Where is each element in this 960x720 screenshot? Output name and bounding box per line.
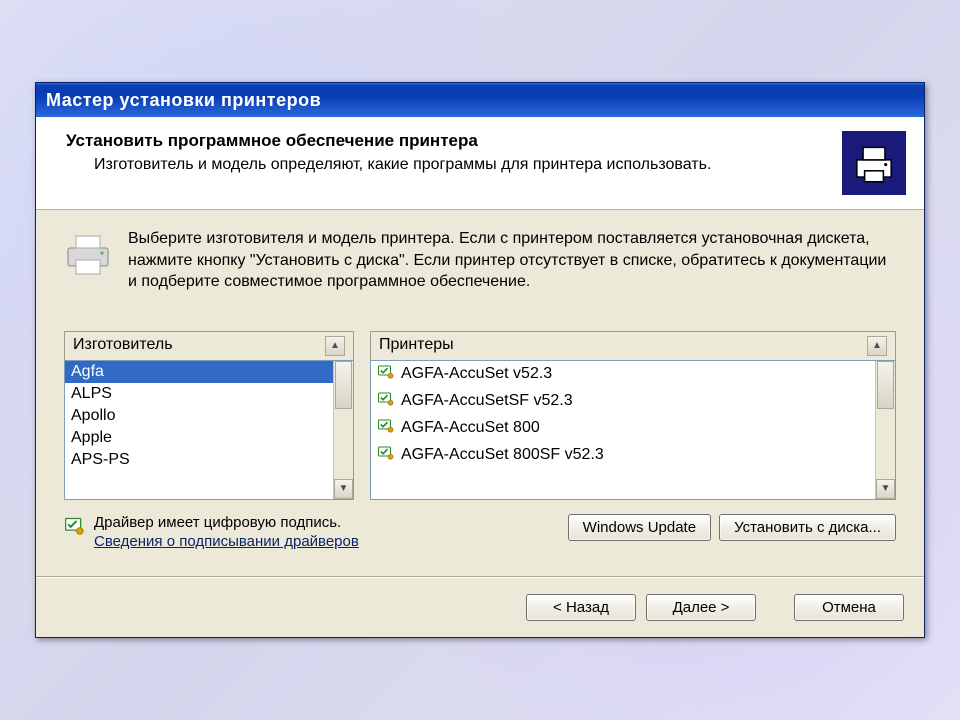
manufacturer-header: Изготовитель [73,336,325,356]
signed-driver-icon [377,444,395,467]
certificate-icon [64,516,86,538]
signed-driver-icon [377,363,395,386]
printers-listbox[interactable]: AGFA-AccuSet v52.3 AGFA-AccuSetSF v52.3 AG… [370,360,896,500]
list-item[interactable]: APS-PS [65,449,333,471]
manufacturer-listbox[interactable]: AgfaALPSApolloAppleAPS-PS ▼ [64,360,354,500]
scrollbar[interactable]: ▼ [333,361,353,499]
window-title: Мастер установки принтеров [46,90,321,111]
printers-header: Принтеры [379,336,867,356]
list-item[interactable]: Apollo [65,405,333,427]
signed-driver-icon [377,390,395,413]
wizard-header: Установить программное обеспечение принт… [36,117,924,210]
manufacturer-list: Изготовитель ▲ AgfaALPSApolloAppleAPS-PS [64,331,354,500]
cancel-button[interactable]: Отмена [794,594,904,621]
instruction-text: Выберите изготовителя и модель принтера.… [128,228,896,293]
wizard-window: Мастер установки принтеров Установить пр… [35,82,925,638]
list-item[interactable]: AGFA-AccuSet 800SF v52.3 [371,442,875,469]
list-item[interactable]: ALPS [65,383,333,405]
wizard-header-subtitle: Изготовитель и модель определяют, какие … [94,155,830,176]
install-from-disk-button[interactable]: Установить с диска... [719,514,896,541]
scroll-thumb[interactable] [335,361,352,409]
next-button[interactable]: Далее > [646,594,756,621]
printer-icon [64,232,112,276]
list-item-label: AGFA-AccuSet 800 [401,419,540,437]
scrollbar[interactable]: ▼ [875,361,895,499]
windows-update-button[interactable]: Windows Update [568,514,711,541]
list-item-label: AGFA-AccuSet v52.3 [401,365,552,383]
titlebar[interactable]: Мастер установки принтеров [36,83,924,117]
scroll-down-button[interactable]: ▼ [876,479,895,499]
scroll-down-button[interactable]: ▼ [334,479,353,499]
signed-driver-icon [377,417,395,440]
printer-banner-icon [842,131,906,195]
printers-list: Принтеры ▲ AGFA-AccuSet v52.3AGFA-AccuSe… [370,331,896,500]
list-item[interactable]: AGFA-AccuSetSF v52.3 [371,388,875,415]
list-item[interactable]: Apple [65,427,333,449]
scroll-up-button[interactable]: ▲ [325,336,345,356]
list-item-label: AGFA-AccuSetSF v52.3 [401,392,573,410]
back-button[interactable]: < Назад [526,594,636,621]
list-item-label: AGFA-AccuSet 800SF v52.3 [401,446,604,464]
list-item[interactable]: AGFA-AccuSet v52.3 [371,361,875,388]
wizard-nav: < Назад Далее > Отмена [36,578,924,637]
list-item[interactable]: Agfa [65,361,333,383]
scroll-up-button[interactable]: ▲ [867,336,887,356]
signature-status: Драйвер имеет цифровую подпись. [94,514,359,531]
scroll-thumb[interactable] [877,361,894,409]
wizard-header-title: Установить программное обеспечение принт… [66,131,830,151]
list-item[interactable]: AGFA-AccuSet 800 [371,415,875,442]
signature-info-link[interactable]: Сведения о подписывании драйверов [94,533,359,550]
